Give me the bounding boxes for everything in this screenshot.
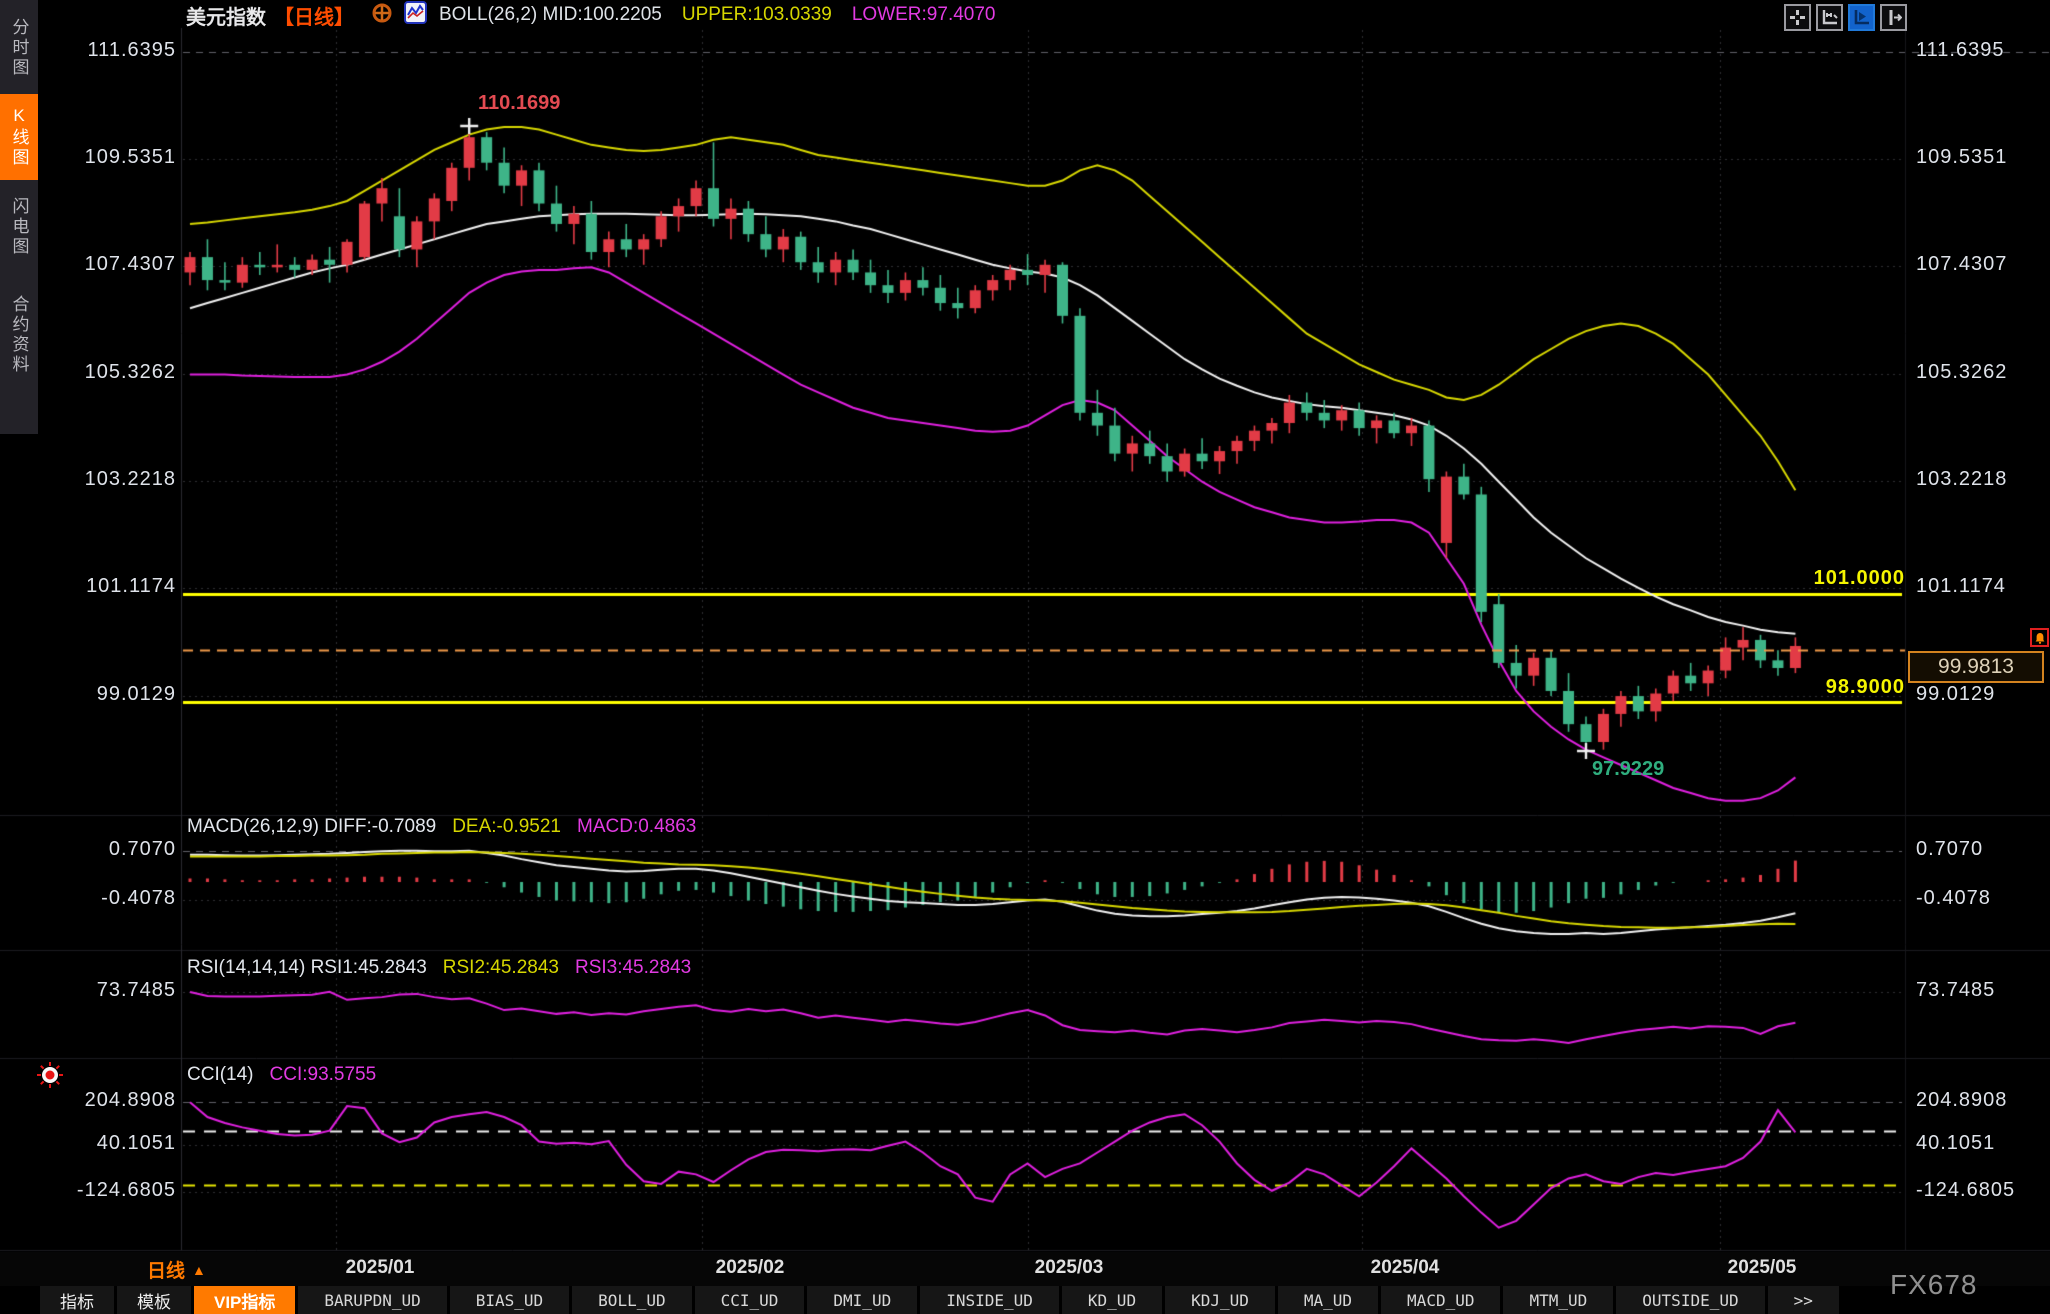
y-axis-label: -0.4078 [0, 887, 176, 910]
macd-dea-readout: DEA:-0.9521 [452, 816, 561, 838]
y-axis-label: 103.2218 [0, 468, 176, 491]
y-axis-label: 107.4307 [1916, 253, 2007, 276]
y-axis-label: 103.2218 [1916, 468, 2007, 491]
y-axis-label: 204.8908 [1916, 1089, 2007, 1112]
watermark: FX678 [1890, 1269, 1978, 1301]
current-price-box: 99.9813 [1908, 651, 2044, 683]
sidebar-item-contract-info[interactable]: 合约资料 [0, 276, 38, 394]
y-axis-label: -0.4078 [1916, 887, 1991, 910]
tab-more[interactable]: >> [1768, 1286, 1839, 1314]
boll-upper-readout: UPPER:103.0339 [682, 4, 832, 26]
tab-templates[interactable]: 模板 [117, 1286, 191, 1314]
y-axis-label: -124.6805 [1916, 1179, 2015, 1202]
alarm-icon[interactable] [2030, 628, 2049, 647]
sidebar: 分时图 K线图 闪电图 合约资料 [0, 0, 38, 434]
header: 美元指数 【日线】 BOLL(26,2) MID:100.2205 UPPER:… [186, 2, 996, 28]
boll-lower-readout: LOWER:97.4070 [852, 4, 996, 26]
sidebar-item-lightning-chart[interactable]: 闪电图 [0, 184, 38, 270]
y-axis-label: 40.1051 [1916, 1132, 1995, 1155]
tab-boll-ud[interactable]: BOLL_UD [572, 1286, 691, 1314]
y-axis-label: 40.1051 [0, 1132, 176, 1155]
axis-scale-button[interactable] [1848, 4, 1875, 31]
y-axis-label: 101.1174 [0, 575, 176, 598]
rsi2-readout: RSI2:45.2843 [443, 957, 559, 979]
tab-bias-ud[interactable]: BIAS_UD [450, 1286, 569, 1314]
period-label: 日线 [147, 1256, 185, 1283]
y-axis-label: 0.7070 [1916, 838, 1983, 861]
tab-barupdn-ud[interactable]: BARUPDN_UD [298, 1286, 446, 1314]
y-axis-label: -124.6805 [0, 1179, 176, 1202]
rsi-readout-row: RSI(14,14,14) RSI1:45.2843 RSI2:45.2843 … [187, 957, 691, 979]
rsi3-readout: RSI3:45.2843 [575, 957, 691, 979]
symbol-title: 美元指数 [186, 1, 266, 30]
y-axis-label: 99.0129 [0, 683, 176, 706]
sidebar-item-kline-chart[interactable]: K线图 [0, 94, 38, 180]
low-annotation: 97.9229 [1592, 758, 1664, 781]
y-axis-label: 101.1174 [1916, 575, 2006, 598]
cci-readout: CCI:93.5755 [270, 1064, 377, 1086]
macd-diff-readout: MACD(26,12,9) DIFF:-0.7089 [187, 816, 436, 838]
rsi1-readout: RSI(14,14,14) RSI1:45.2843 [187, 957, 427, 979]
tab-kdj-ud[interactable]: KDJ_UD [1165, 1286, 1275, 1314]
month-label: 2025/01 [346, 1257, 415, 1279]
period-tag[interactable]: 【日线】 [274, 1, 354, 30]
y-axis-label: 105.3262 [1916, 361, 2007, 384]
tab-outside-ud[interactable]: OUTSIDE_UD [1616, 1286, 1764, 1314]
month-label: 2025/02 [716, 1257, 785, 1279]
month-label: 2025/04 [1371, 1257, 1440, 1279]
y-axis-label: 109.5351 [1916, 146, 2007, 169]
sidebar-item-timeline-chart[interactable]: 分时图 [0, 6, 38, 90]
y-axis-label: 99.0129 [1916, 683, 1995, 706]
tab-vip-indicators[interactable]: VIP指标 [194, 1286, 295, 1314]
live-record-icon[interactable] [36, 1061, 64, 1094]
tab-inside-ud[interactable]: INSIDE_UD [920, 1286, 1059, 1314]
high-annotation: 110.1699 [478, 92, 560, 115]
indicator-toolbar: 指标 模板 VIP指标 BARUPDN_UD BIAS_UD BOLL_UD C… [0, 1286, 2050, 1314]
month-label: 2025/03 [1035, 1257, 1104, 1279]
tab-indicators[interactable]: 指标 [40, 1286, 114, 1314]
macd-bar-readout: MACD:0.4863 [577, 816, 696, 838]
tab-kd-ud[interactable]: KD_UD [1062, 1286, 1162, 1314]
y-axis-label: 73.7485 [0, 979, 176, 1002]
y-axis-label: 0.7070 [0, 838, 176, 861]
tab-macd-ud[interactable]: MACD_UD [1381, 1286, 1500, 1314]
y-axis-label: 111.6395 [1916, 39, 2004, 62]
cci-readout-row: CCI(14) CCI:93.5755 [187, 1064, 376, 1086]
boll-readout: BOLL(26,2) MID:100.2205 [439, 4, 662, 26]
axis-shift-button[interactable] [1880, 4, 1907, 31]
axis-fit-button[interactable] [1816, 4, 1843, 31]
lower-level-label: 98.9000 [1700, 676, 1905, 699]
mini-chart-icon[interactable] [404, 1, 427, 29]
y-axis-label: 204.8908 [0, 1089, 176, 1112]
period-selector[interactable]: 日线 ▲ [147, 1256, 206, 1283]
tab-cci-ud[interactable]: CCI_UD [695, 1286, 805, 1314]
axis-toolbar [1784, 4, 1907, 31]
macd-readout-row: MACD(26,12,9) DIFF:-0.7089 DEA:-0.9521 M… [187, 816, 696, 838]
tab-ma-ud[interactable]: MA_UD [1278, 1286, 1378, 1314]
pan-crosshair-button[interactable] [1784, 4, 1811, 31]
y-axis-label: 73.7485 [1916, 979, 1995, 1002]
cci-label: CCI(14) [187, 1064, 254, 1086]
target-icon[interactable] [372, 3, 392, 28]
upper-level-label: 101.0000 [1700, 567, 1905, 590]
triangle-up-icon: ▲ [192, 1262, 206, 1278]
tab-mtm-ud[interactable]: MTM_UD [1503, 1286, 1613, 1314]
tab-dmi-ud[interactable]: DMI_UD [807, 1286, 917, 1314]
chart-canvas[interactable] [0, 0, 2050, 1314]
month-label: 2025/05 [1728, 1257, 1797, 1279]
